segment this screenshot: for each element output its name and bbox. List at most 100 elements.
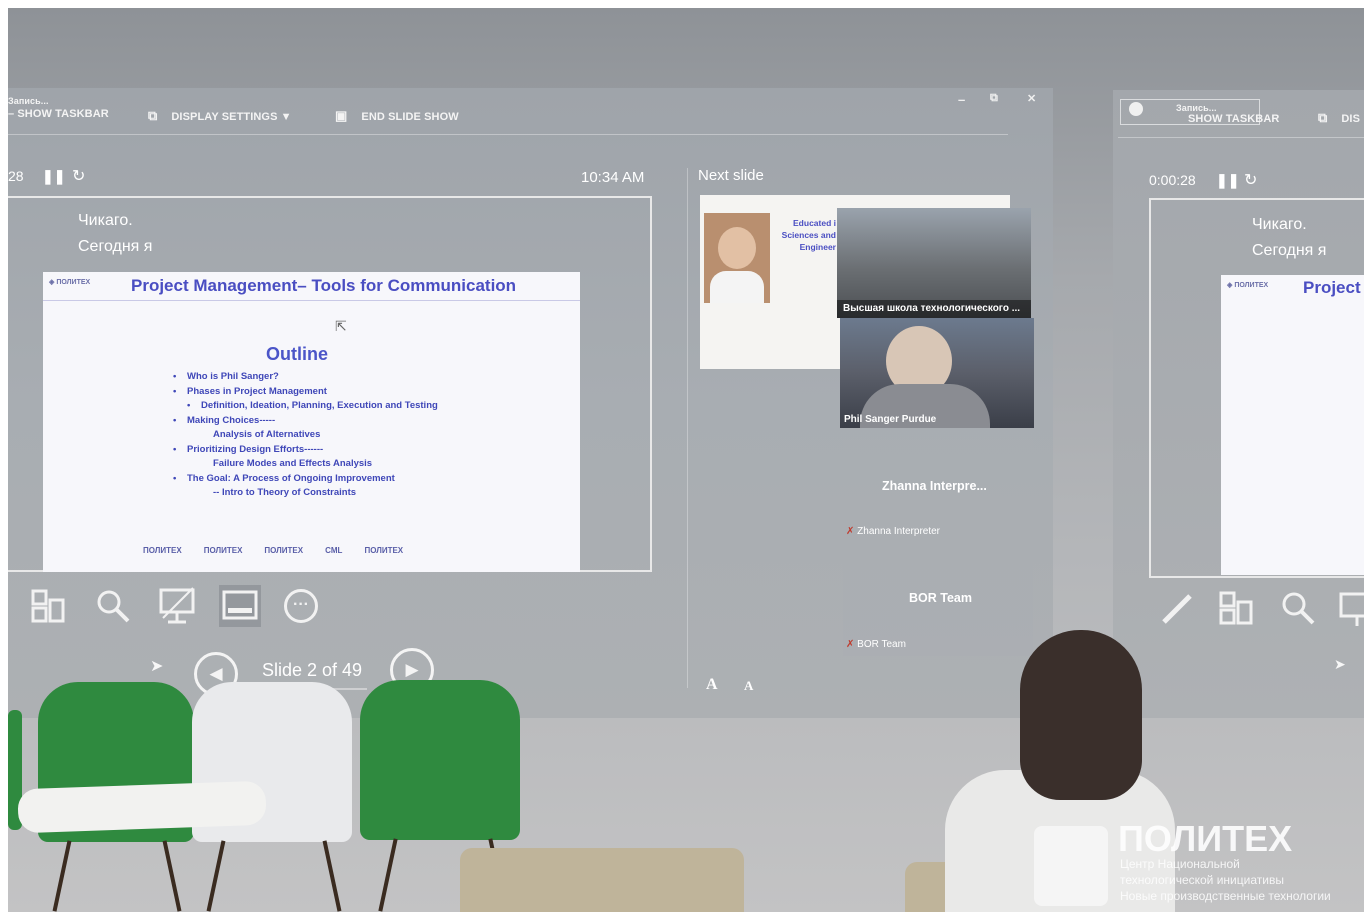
display-settings-button[interactable]: ⧉ DIS [1318, 110, 1360, 126]
slide-title: Project [1303, 278, 1361, 297]
watermark-line: Центр Национальной [1120, 857, 1240, 871]
watermark-line: Новые производственные технологии [1120, 889, 1331, 903]
speaker-shirt [710, 271, 764, 303]
black-screen-icon[interactable] [1338, 590, 1364, 626]
rolled-paper [17, 780, 267, 834]
toolbar-divider [1118, 137, 1364, 138]
outline-item: -- Intro to Theory of Constraints [213, 487, 357, 498]
bullet: • [173, 443, 177, 455]
next-slide-line: Educated i [793, 218, 836, 228]
muted-mic-icon: ✗ [846, 639, 855, 650]
video-tile-speaker: Phil Sanger Purdue [840, 318, 1034, 428]
minimize-button[interactable]: – [958, 92, 965, 107]
next-slide-line: Sciences and [781, 230, 836, 240]
current-slide: ◈ ПОЛИТЕХ Project Management– Tools for … [43, 272, 580, 572]
mouse-cursor-icon: ⇱ [335, 318, 347, 334]
see-all-slides-icon[interactable] [1218, 590, 1254, 626]
chair-green [360, 680, 520, 840]
reset-timer-icon[interactable]: ↻ [1244, 170, 1257, 190]
footer-logo: ПОЛИТЕХ [203, 546, 243, 555]
speaker-notes: Чикаго. Сегодня я [1252, 212, 1326, 264]
video-tile-caption: Phil Sanger Purdue [844, 414, 937, 425]
black-screen-icon[interactable] [158, 586, 196, 626]
next-slide-label: Next slide [698, 167, 764, 184]
participant-tag: ✗ BOR Team [846, 639, 906, 650]
speaker-photo [704, 213, 770, 303]
outline-item: Failure Modes and Effects Analysis [213, 458, 373, 469]
subtitles-button[interactable] [219, 585, 261, 627]
bullet: • [173, 371, 177, 382]
outline-item: • Making Choices----- [173, 414, 438, 429]
current-slide: ◈ ПОЛИТЕХ Project [1221, 275, 1364, 575]
footer-logo: ПОЛИТЕХ [143, 546, 182, 555]
zoom-icon[interactable] [1280, 590, 1316, 626]
decrease-font-button[interactable]: A [744, 678, 753, 694]
end-slide-show-label: END SLIDE SHOW [361, 111, 459, 123]
footer-logo: CML [325, 546, 343, 555]
participant-tag-label: BOR Team [857, 639, 906, 650]
participants-panel [843, 440, 1033, 656]
end-show-icon: ▣ [335, 108, 348, 123]
record-icon [1129, 102, 1143, 116]
toolbar-divider [8, 134, 1008, 135]
close-button[interactable]: ✕ [1027, 92, 1036, 105]
outline-heading: Outline [266, 344, 328, 364]
pause-icon[interactable]: ❚❚ [42, 168, 65, 185]
bullet: • [173, 414, 177, 426]
pen-icon[interactable] [1160, 590, 1196, 626]
politech-logo-icon [1034, 826, 1108, 906]
display-settings-label: DIS [1341, 113, 1361, 125]
subtitles-icon [222, 590, 258, 620]
elapsed-timer: 0:00:28 [1149, 172, 1196, 188]
slide-footer-logos: ПОЛИТЕХ ПОЛИТЕХ ПОЛИТЕХ CML ПОЛИТЕХ [143, 546, 425, 555]
next-slide-text: Educated i Sciences and Engineer [780, 217, 836, 253]
display-settings-icon: ⧉ [148, 108, 158, 123]
footer-logo: ПОЛИТЕХ [264, 546, 304, 555]
note-line: Чикаго. [1252, 216, 1307, 233]
participant-name: Zhanna Interpre... [882, 479, 987, 493]
more-options-icon[interactable]: ··· [284, 589, 318, 623]
display-settings-button[interactable]: ⧉ DISPLAY SETTINGS ▼ [148, 108, 292, 124]
slide-title: Project Management– Tools for Communicat… [131, 276, 517, 295]
outline-item: • The Goal: A Process of Ongoing Improvem… [173, 472, 438, 487]
participant-tag: ✗ Zhanna Interpreter [846, 526, 940, 537]
show-taskbar-button[interactable]: – SHOW TASKBAR [8, 108, 109, 120]
display-settings-icon: ⧉ [1318, 110, 1328, 125]
show-taskbar-label: SHOW TASKBAR [17, 108, 109, 120]
video-tile-caption: Высшая школа технологического ... [843, 303, 1021, 314]
participant-name: BOR Team [909, 591, 972, 605]
bullet: • [187, 400, 191, 411]
next-slide-line: Engineer [799, 242, 836, 252]
recording-label: Запись... [8, 96, 49, 106]
slide-logo-text: ПОЛИТЕХ [1234, 282, 1269, 289]
recording-label: Запись... [1176, 103, 1217, 113]
show-taskbar-label[interactable]: SHOW TASKBAR [1188, 113, 1279, 125]
armchair [460, 848, 744, 912]
note-line: Сегодня я [1252, 242, 1327, 259]
person-hair [1020, 630, 1142, 800]
watermark-line: технологической инициативы [1120, 873, 1284, 887]
restore-button[interactable]: ⧉ [990, 92, 998, 105]
see-all-slides-icon[interactable] [30, 588, 66, 624]
bullet: • [173, 472, 177, 484]
outline-item: • Phases in Project Management [173, 385, 438, 400]
muted-mic-icon: ✗ [846, 526, 855, 537]
outline-list: • Who is Phil Sanger? • Phases in Project M… [173, 370, 438, 501]
clock: 10:34 AM [581, 169, 645, 186]
photo-border-top [0, 0, 1364, 8]
watermark-name: ПОЛИТЕХ [1118, 818, 1293, 859]
zoom-icon[interactable] [95, 588, 131, 624]
slide-header: ◈ ПОЛИТЕХ Project Management– Tools for … [43, 272, 580, 301]
outline-item: Analysis of Alternatives [213, 429, 321, 440]
display-settings-label: DISPLAY SETTINGS ▼ [171, 111, 292, 123]
pause-icon[interactable]: ❚❚ [1216, 172, 1239, 189]
speaker-face [718, 227, 756, 269]
increase-font-button[interactable]: A [706, 676, 718, 694]
end-slide-show-button[interactable]: ▣ END SLIDE SHOW [335, 108, 459, 124]
bullet: • [173, 385, 177, 397]
reset-timer-icon[interactable]: ↻ [72, 166, 85, 186]
mouse-pointer-icon: ➤ [150, 658, 164, 675]
slide-logo: ◈ ПОЛИТЕХ [1227, 282, 1269, 289]
slide-logo: ◈ ПОЛИТЕХ [49, 279, 91, 286]
slide-counter: Slide 2 of 49 [262, 660, 363, 680]
